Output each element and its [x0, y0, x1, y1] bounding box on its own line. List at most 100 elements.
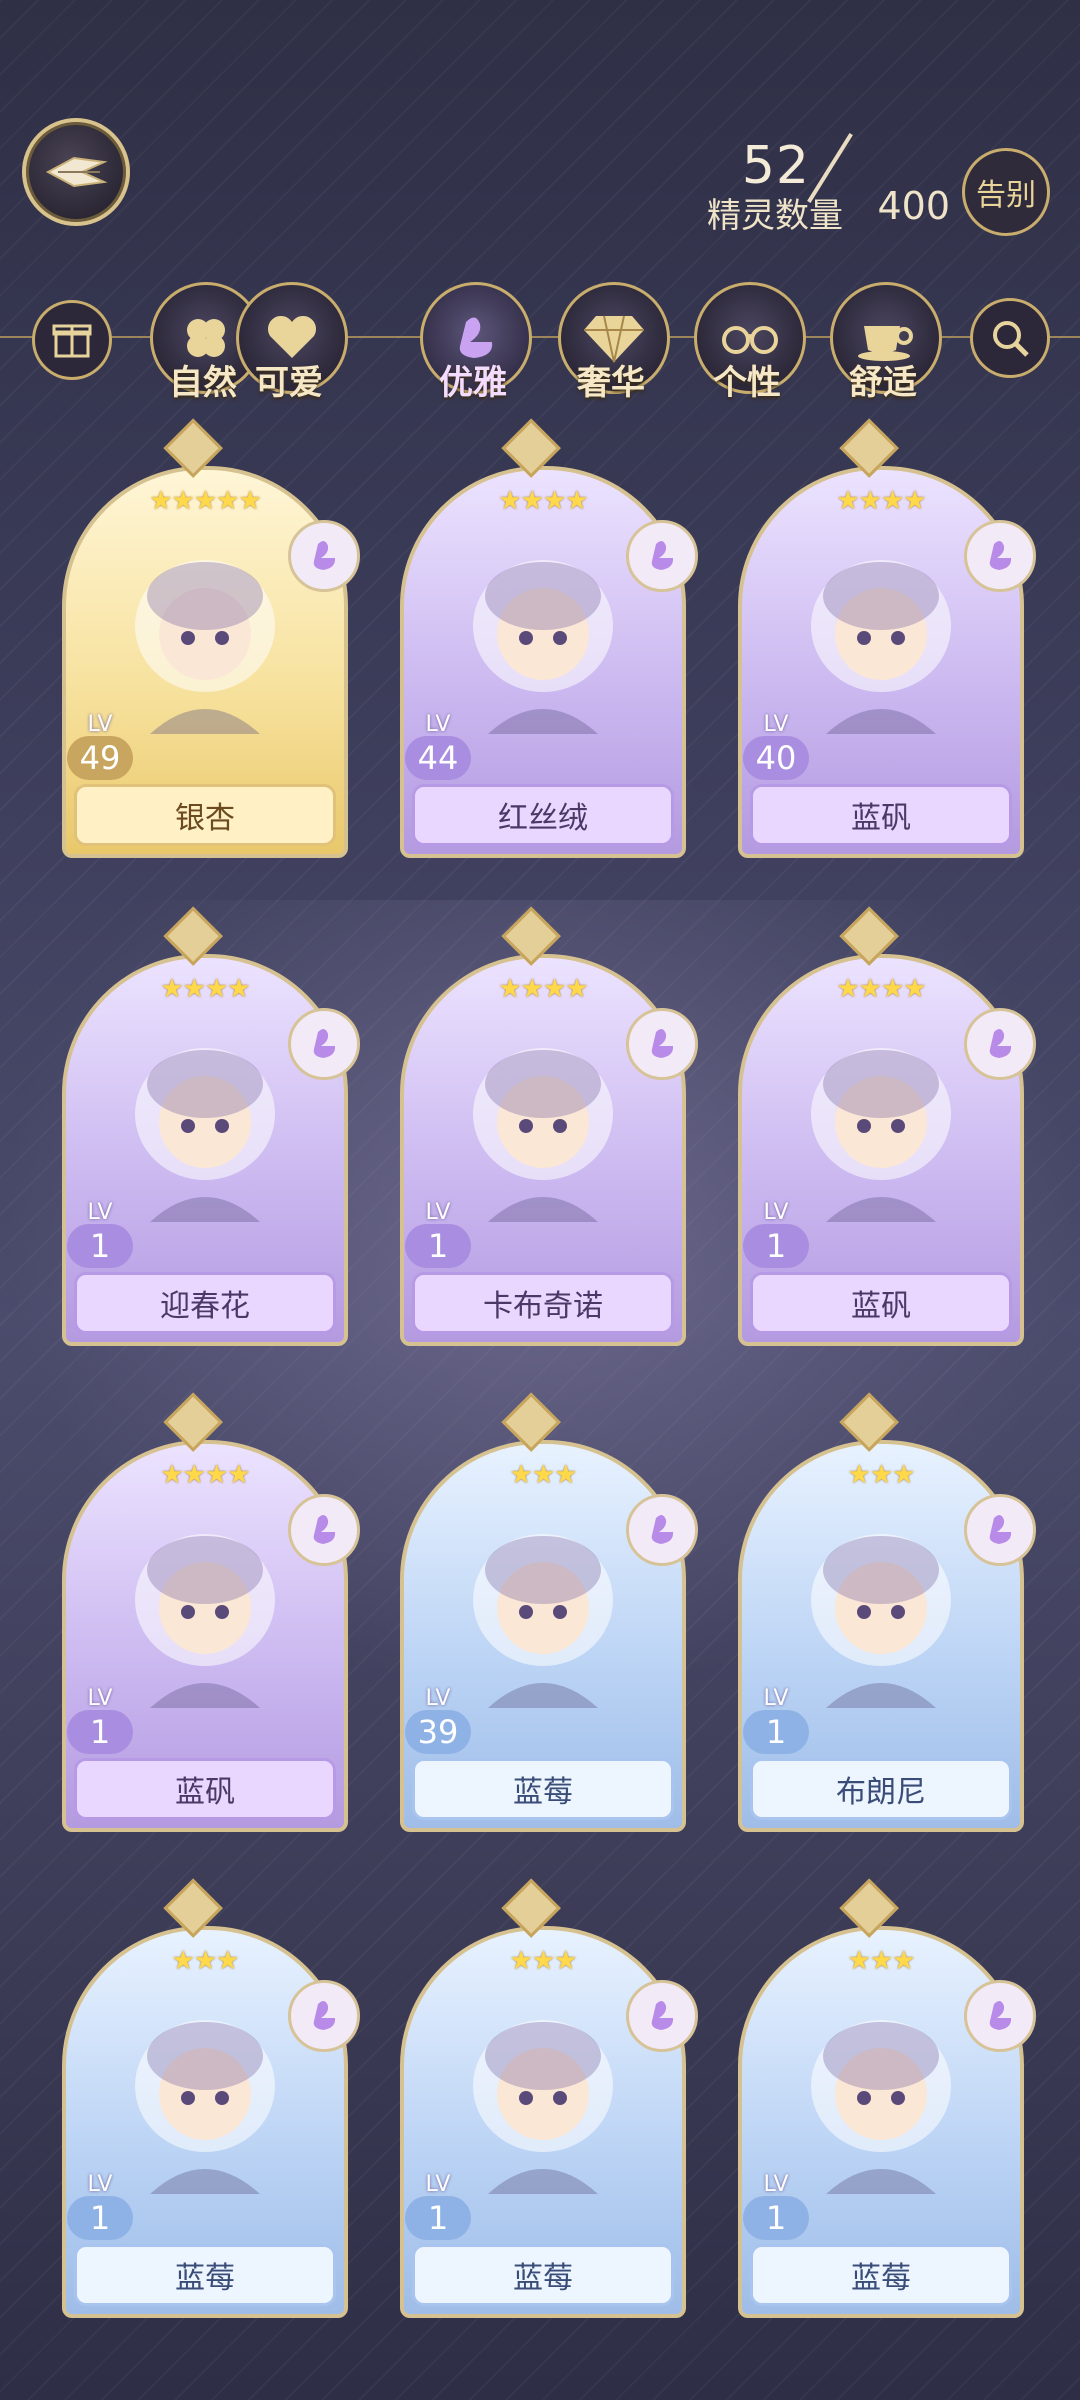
sprite-card[interactable]: ★★★★ LV 44 红丝绒 — [400, 418, 698, 858]
sprite-name: 蓝莓 — [74, 2244, 336, 2306]
sprite-name: 蓝莓 — [412, 2244, 674, 2306]
level-prefix: LV — [87, 1200, 113, 1225]
filter-label-cute: 可爱 — [255, 363, 323, 403]
rarity-stars: ★★★ — [509, 1946, 578, 1976]
back-button[interactable] — [22, 118, 130, 226]
swan-icon — [313, 1514, 336, 1544]
level-value: 1 — [67, 2196, 133, 2240]
level-badge: LV 1 — [738, 1202, 814, 1268]
sprite-card[interactable]: ★★★★ LV 1 蓝矾 — [62, 1392, 360, 1832]
sprite-name: 银杏 — [74, 784, 336, 846]
gift-icon — [52, 324, 92, 358]
swan-icon — [989, 540, 1012, 570]
level-badge: LV 1 — [62, 2174, 138, 2240]
sprite-card[interactable]: ★★★ LV 1 蓝莓 — [62, 1878, 360, 2318]
level-badge: LV 1 — [738, 1688, 814, 1754]
sprite-name: 卡布奇诺 — [412, 1272, 674, 1334]
level-value: 1 — [405, 2196, 471, 2240]
swan-icon — [313, 540, 336, 570]
sprite-card[interactable]: ★★★ LV 1 蓝莓 — [400, 1878, 698, 2318]
rarity-stars: ★★★★ — [498, 974, 588, 1004]
swan-icon — [651, 1028, 674, 1058]
character-portrait — [473, 1048, 613, 1222]
sprite-name: 蓝矾 — [750, 784, 1012, 846]
rarity-stars: ★★★★ — [836, 974, 926, 1004]
rarity-stars: ★★★★ — [160, 1460, 250, 1490]
rarity-stars: ★★★★ — [498, 486, 588, 516]
sprite-name: 蓝莓 — [750, 2244, 1012, 2306]
swan-icon — [313, 2000, 336, 2030]
sprite-card[interactable]: ★★★★ LV 1 卡布奇诺 — [400, 906, 698, 1346]
level-badge: LV 49 — [62, 714, 138, 780]
search-button[interactable] — [970, 298, 1050, 378]
character-portrait — [135, 560, 275, 734]
sprite-count-label: 精灵数量 — [707, 196, 843, 236]
sprite-card[interactable]: ★★★★ LV 1 蓝矾 — [738, 906, 1036, 1346]
sprite-card[interactable]: ★★★ LV 39 蓝莓 — [400, 1392, 698, 1832]
elegant-type-badge — [626, 1008, 698, 1080]
rarity-stars: ★★★★ — [836, 486, 926, 516]
level-value: 1 — [67, 1710, 133, 1754]
level-prefix: LV — [763, 1200, 789, 1225]
rarity-stars: ★★★ — [171, 1946, 240, 1976]
elegant-type-badge — [964, 1980, 1036, 2052]
level-prefix: LV — [763, 2172, 789, 2197]
rarity-stars: ★★★ — [509, 1460, 578, 1490]
level-prefix: LV — [425, 1200, 451, 1225]
filter-label-personality: 个性 — [713, 363, 781, 403]
level-prefix: LV — [425, 1686, 451, 1711]
sprite-card[interactable]: ★★★ LV 1 蓝莓 — [738, 1878, 1036, 2318]
level-prefix: LV — [425, 2172, 451, 2197]
elegant-type-badge — [964, 1494, 1036, 1566]
level-value: 1 — [405, 1224, 471, 1268]
character-portrait — [135, 1048, 275, 1222]
character-portrait — [473, 2020, 613, 2194]
level-value: 44 — [405, 736, 471, 780]
character-portrait — [811, 1534, 951, 1708]
elegant-type-badge — [626, 1494, 698, 1566]
sprite-name: 迎春花 — [74, 1272, 336, 1334]
level-badge: LV 1 — [62, 1688, 138, 1754]
level-badge: LV 1 — [738, 2174, 814, 2240]
sprite-card[interactable]: ★★★★ LV 1 迎春花 — [62, 906, 360, 1346]
sprite-name: 蓝矾 — [750, 1272, 1012, 1334]
level-value: 1 — [743, 1710, 809, 1754]
level-badge: LV 44 — [400, 714, 476, 780]
farewell-button[interactable]: 告别 — [962, 148, 1050, 236]
level-value: 1 — [67, 1224, 133, 1268]
level-value: 40 — [743, 736, 809, 780]
swan-icon — [651, 2000, 674, 2030]
character-portrait — [811, 560, 951, 734]
sprite-card[interactable]: ★★★★★ LV 49 银杏 — [62, 418, 360, 858]
elegant-type-badge — [626, 1980, 698, 2052]
gift-filter-button[interactable] — [32, 300, 112, 380]
level-badge: LV 1 — [400, 2174, 476, 2240]
level-badge: LV 1 — [62, 1202, 138, 1268]
rarity-stars: ★★★ — [847, 1946, 916, 1976]
swan-icon — [651, 540, 674, 570]
rarity-stars: ★★★★★ — [149, 486, 262, 516]
character-portrait — [473, 1534, 613, 1708]
swan-icon — [313, 1028, 336, 1058]
level-value: 1 — [743, 2196, 809, 2240]
sprite-name: 蓝矾 — [74, 1758, 336, 1820]
sprite-name: 布朗尼 — [750, 1758, 1012, 1820]
sprite-name: 蓝莓 — [412, 1758, 674, 1820]
character-portrait — [135, 1534, 275, 1708]
elegant-type-badge — [288, 1494, 360, 1566]
sprite-name: 红丝绒 — [412, 784, 674, 846]
character-portrait — [811, 1048, 951, 1222]
level-value: 39 — [405, 1710, 471, 1754]
sprite-card[interactable]: ★★★★ LV 40 蓝矾 — [738, 418, 1036, 858]
filter-label-luxury: 奢华 — [577, 363, 645, 403]
level-badge: LV 1 — [400, 1202, 476, 1268]
swan-icon — [989, 1028, 1012, 1058]
farewell-label: 告别 — [976, 178, 1036, 213]
elegant-type-badge — [288, 1980, 360, 2052]
swan-icon — [989, 1514, 1012, 1544]
elegant-type-badge — [288, 520, 360, 592]
level-badge: LV 39 — [400, 1688, 476, 1754]
elegant-type-badge — [626, 520, 698, 592]
sprite-card[interactable]: ★★★ LV 1 布朗尼 — [738, 1392, 1036, 1832]
sprite-count-max: 400 — [877, 184, 950, 228]
